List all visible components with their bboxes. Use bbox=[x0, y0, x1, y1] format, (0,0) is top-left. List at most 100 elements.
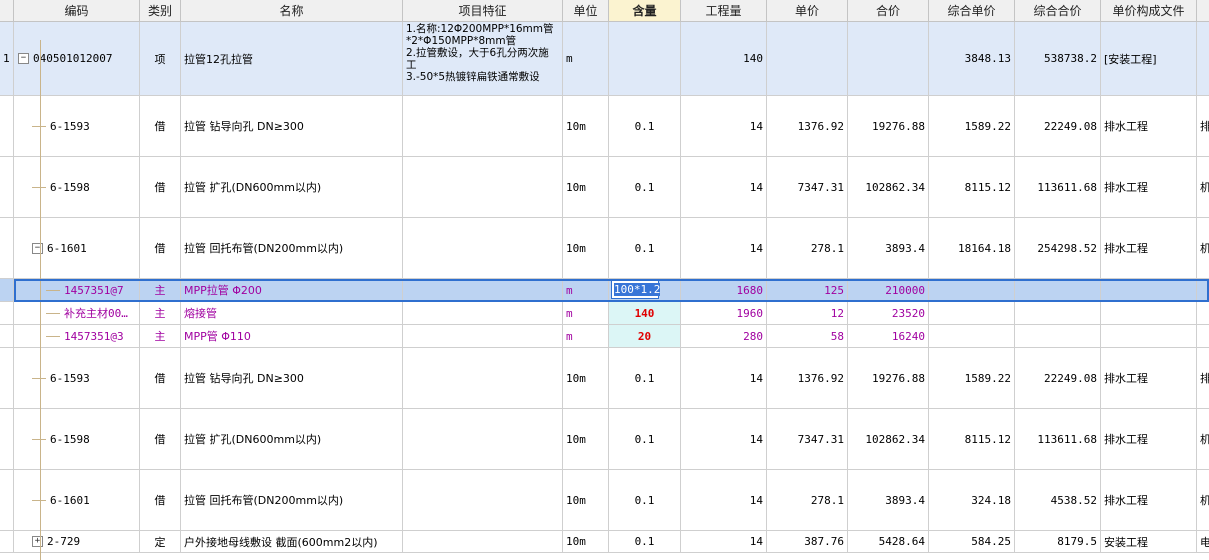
row-7-code[interactable]: 1457351@3 bbox=[14, 325, 140, 348]
row-1-content[interactable] bbox=[609, 22, 681, 96]
row-5-type[interactable]: 主 bbox=[140, 279, 181, 302]
row-2-price[interactable]: 1376.92 bbox=[767, 96, 848, 157]
row-6-rownum[interactable] bbox=[0, 302, 14, 325]
row-7-type[interactable]: 主 bbox=[140, 325, 181, 348]
row-1-unit[interactable]: m bbox=[563, 22, 609, 96]
collapse-icon[interactable]: − bbox=[18, 53, 29, 64]
row-10-content[interactable]: 0.1 bbox=[609, 470, 681, 531]
row-1-rownum[interactable]: 1 bbox=[0, 22, 14, 96]
row-4-qty[interactable]: 14 bbox=[681, 218, 767, 279]
row-5-feature[interactable] bbox=[403, 279, 563, 302]
row-10-name[interactable]: 拉管 回托布管(DN200mm以内) bbox=[181, 470, 403, 531]
row-11-code[interactable]: +2-729 bbox=[14, 531, 140, 553]
row-10-file[interactable]: 排水工程 bbox=[1101, 470, 1197, 531]
row-9-comp_total[interactable]: 113611.68 bbox=[1015, 409, 1101, 470]
row-4-code[interactable]: −6-1601 bbox=[14, 218, 140, 279]
row-8-comp_price[interactable]: 1589.22 bbox=[929, 348, 1015, 409]
row-1-name[interactable]: 拉管12孔拉管 bbox=[181, 22, 403, 96]
expand-icon[interactable]: + bbox=[32, 536, 43, 547]
row-4-file[interactable]: 排水工程 bbox=[1101, 218, 1197, 279]
header-extra[interactable] bbox=[1197, 0, 1209, 22]
row-2-total[interactable]: 19276.88 bbox=[848, 96, 929, 157]
header-comp_total[interactable]: 综合合价 bbox=[1015, 0, 1101, 22]
row-8-rownum[interactable] bbox=[0, 348, 14, 409]
row-8-qty[interactable]: 14 bbox=[681, 348, 767, 409]
row-3-comp_price[interactable]: 8115.12 bbox=[929, 157, 1015, 218]
row-3-file[interactable]: 排水工程 bbox=[1101, 157, 1197, 218]
row-9-qty[interactable]: 14 bbox=[681, 409, 767, 470]
row-3-type[interactable]: 借 bbox=[140, 157, 181, 218]
row-7-feature[interactable] bbox=[403, 325, 563, 348]
row-9-file[interactable]: 排水工程 bbox=[1101, 409, 1197, 470]
row-11-total[interactable]: 5428.64 bbox=[848, 531, 929, 553]
row-5-total[interactable]: 210000 bbox=[848, 279, 929, 302]
row-5-file[interactable] bbox=[1101, 279, 1197, 302]
row-11-rownum[interactable] bbox=[0, 531, 14, 553]
row-8-code[interactable]: 6-1593 bbox=[14, 348, 140, 409]
row-3-total[interactable]: 102862.34 bbox=[848, 157, 929, 218]
row-10-comp_total[interactable]: 4538.52 bbox=[1015, 470, 1101, 531]
row-2-content[interactable]: 0.1 bbox=[609, 96, 681, 157]
row-5-comp_price[interactable] bbox=[929, 279, 1015, 302]
row-9-name[interactable]: 拉管 扩孔(DN600mm以内) bbox=[181, 409, 403, 470]
collapse-icon[interactable]: − bbox=[32, 242, 43, 254]
header-total[interactable]: 合价 bbox=[848, 0, 929, 22]
header-type[interactable]: 类别 bbox=[140, 0, 181, 22]
row-2-code[interactable]: 6-1593 bbox=[14, 96, 140, 157]
row-7-rownum[interactable] bbox=[0, 325, 14, 348]
row-8-type[interactable]: 借 bbox=[140, 348, 181, 409]
row-4-total[interactable]: 3893.4 bbox=[848, 218, 929, 279]
row-10-qty[interactable]: 14 bbox=[681, 470, 767, 531]
row-2-rownum[interactable] bbox=[0, 96, 14, 157]
row-2-unit[interactable]: 10m bbox=[563, 96, 609, 157]
row-8-name[interactable]: 拉管 钻导向孔 DN≥300 bbox=[181, 348, 403, 409]
row-4-rownum[interactable] bbox=[0, 218, 14, 279]
row-5-qty[interactable]: 1680 bbox=[681, 279, 767, 302]
row-9-comp_price[interactable]: 8115.12 bbox=[929, 409, 1015, 470]
row-6-code[interactable]: 补充主材00… bbox=[14, 302, 140, 325]
row-1-code[interactable]: −040501012007 bbox=[14, 22, 140, 96]
row-11-qty[interactable]: 14 bbox=[681, 531, 767, 553]
row-1-file[interactable]: [安装工程] bbox=[1101, 22, 1197, 96]
row-10-type[interactable]: 借 bbox=[140, 470, 181, 531]
row-3-extra[interactable]: 机 bbox=[1197, 157, 1209, 218]
row-9-extra[interactable]: 机 bbox=[1197, 409, 1209, 470]
row-4-price[interactable]: 278.1 bbox=[767, 218, 848, 279]
row-6-comp_price[interactable] bbox=[929, 302, 1015, 325]
row-4-comp_price[interactable]: 18164.18 bbox=[929, 218, 1015, 279]
row-5-comp_total[interactable] bbox=[1015, 279, 1101, 302]
row-7-file[interactable] bbox=[1101, 325, 1197, 348]
row-1-feature[interactable]: 1.名称:12Φ200MPP*16mm管*2*Φ150MPP*8mm管 2.拉管… bbox=[403, 22, 563, 96]
row-10-rownum[interactable] bbox=[0, 470, 14, 531]
row-10-price[interactable]: 278.1 bbox=[767, 470, 848, 531]
row-8-comp_total[interactable]: 22249.08 bbox=[1015, 348, 1101, 409]
row-9-type[interactable]: 借 bbox=[140, 409, 181, 470]
row-3-comp_total[interactable]: 113611.68 bbox=[1015, 157, 1101, 218]
row-2-feature[interactable] bbox=[403, 96, 563, 157]
row-6-content[interactable]: 140 bbox=[609, 302, 681, 325]
row-3-name[interactable]: 拉管 扩孔(DN600mm以内) bbox=[181, 157, 403, 218]
row-4-extra[interactable]: 机 bbox=[1197, 218, 1209, 279]
row-6-unit[interactable]: m bbox=[563, 302, 609, 325]
row-7-name[interactable]: MPP管 Φ110 bbox=[181, 325, 403, 348]
header-qty[interactable]: 工程量 bbox=[681, 0, 767, 22]
row-8-unit[interactable]: 10m bbox=[563, 348, 609, 409]
row-1-total[interactable] bbox=[848, 22, 929, 96]
row-6-feature[interactable] bbox=[403, 302, 563, 325]
header-rownum[interactable] bbox=[0, 0, 14, 22]
row-4-unit[interactable]: 10m bbox=[563, 218, 609, 279]
row-3-content[interactable]: 0.1 bbox=[609, 157, 681, 218]
row-5-unit[interactable]: m bbox=[563, 279, 609, 302]
header-comp_price[interactable]: 综合单价 bbox=[929, 0, 1015, 22]
row-3-unit[interactable]: 10m bbox=[563, 157, 609, 218]
row-9-unit[interactable]: 10m bbox=[563, 409, 609, 470]
row-2-qty[interactable]: 14 bbox=[681, 96, 767, 157]
row-3-rownum[interactable] bbox=[0, 157, 14, 218]
row-8-price[interactable]: 1376.92 bbox=[767, 348, 848, 409]
row-11-file[interactable]: 安装工程 bbox=[1101, 531, 1197, 553]
row-8-content[interactable]: 0.1 bbox=[609, 348, 681, 409]
row-5-rownum[interactable] bbox=[0, 279, 14, 302]
row-1-price[interactable] bbox=[767, 22, 848, 96]
row-1-comp_price[interactable]: 3848.13 bbox=[929, 22, 1015, 96]
row-6-extra[interactable] bbox=[1197, 302, 1209, 325]
